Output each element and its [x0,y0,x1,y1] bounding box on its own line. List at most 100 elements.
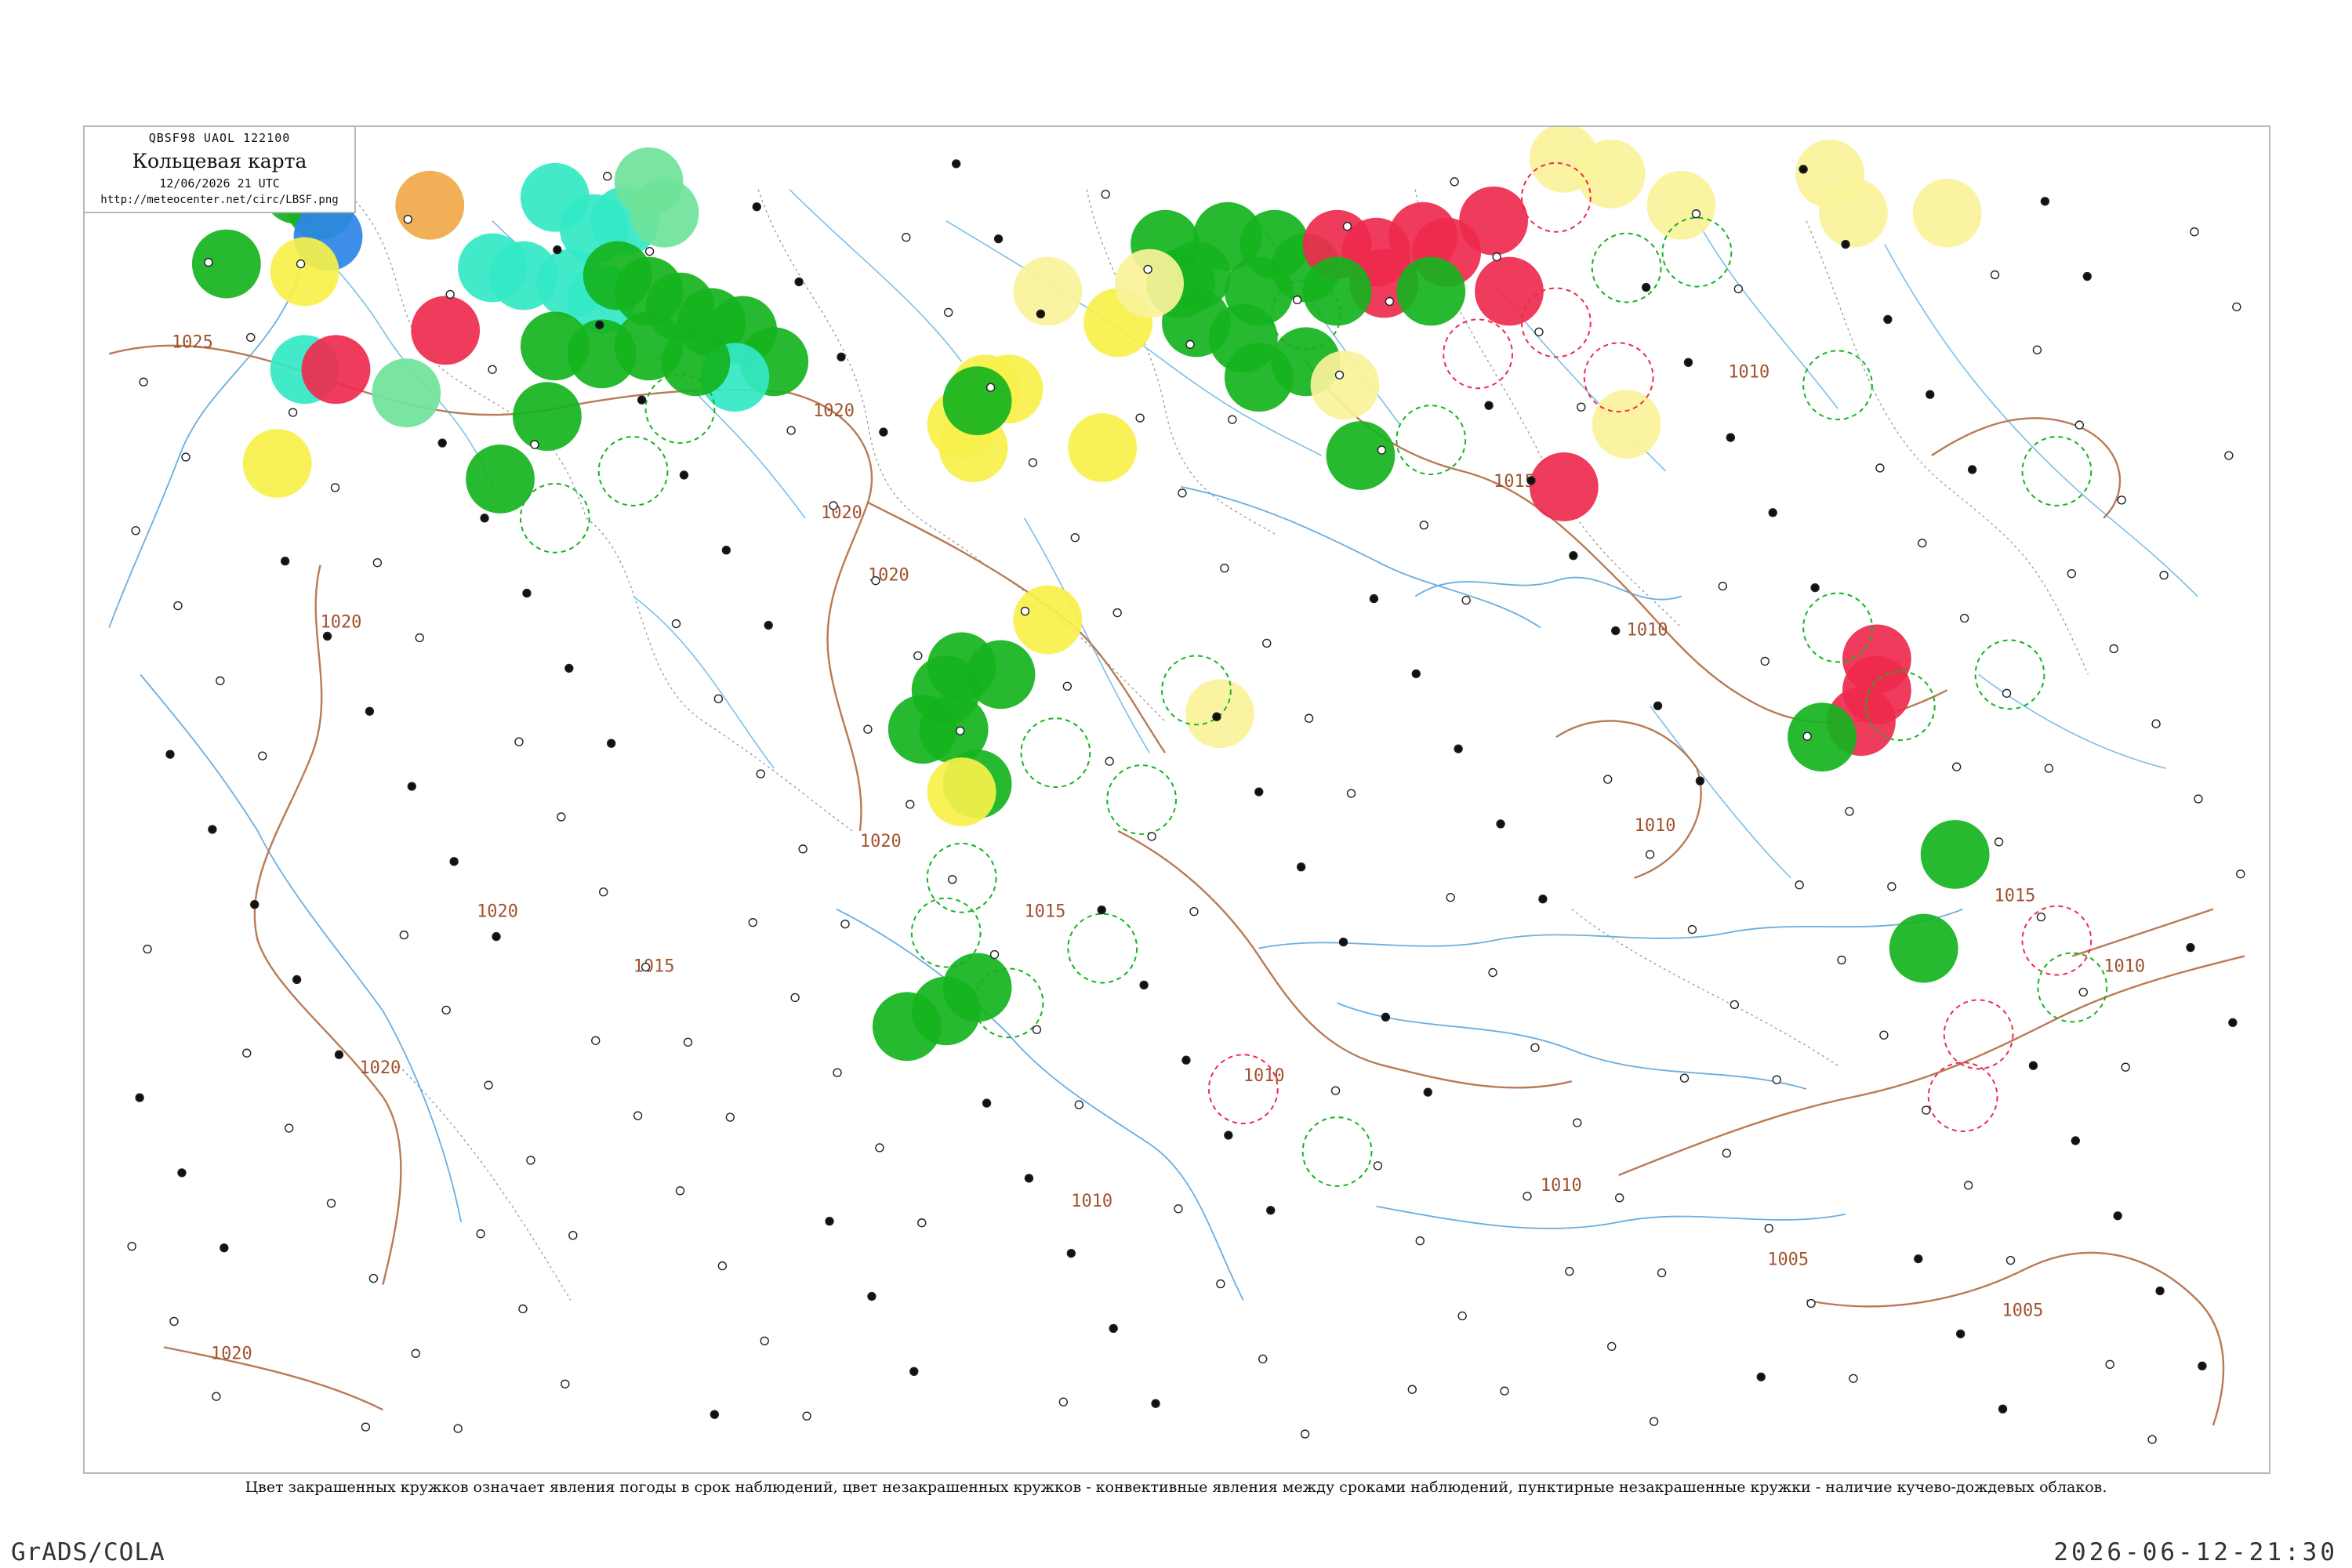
station-dot [641,962,651,972]
station-dot [1411,669,1421,679]
station-dot [1381,1012,1391,1022]
station-filled-circle [411,296,481,365]
station-dot [2005,1255,2016,1265]
station-dot [173,601,183,611]
isobar-label: 1010 [1243,1066,1285,1086]
station-dot [902,232,911,242]
station-dot [1484,401,1494,410]
station-dot [1695,776,1705,786]
station-dot [1109,1323,1118,1334]
station-dot [633,1111,643,1120]
station-dot [1798,165,1808,174]
station-dot [1990,270,2000,280]
station-dot [867,1291,877,1301]
station-dot [1074,1100,1083,1109]
station-dot [437,438,447,448]
station-dot [2190,227,2199,237]
station-dot [725,1112,735,1122]
station-filled-circle [1920,819,1990,889]
station-dot [1764,1224,1773,1233]
station-dot [296,259,306,269]
station-filled-circle [1326,421,1396,490]
station-dot [2194,794,2203,804]
station-dot [1810,583,1820,593]
station-dot [1577,402,1586,412]
station-dot [1611,626,1621,636]
station-dot [637,395,647,405]
station-dot [415,633,424,643]
station-dot [449,857,459,866]
station-dot [1691,209,1701,219]
station-dot [177,1168,187,1178]
station-dot [165,750,175,759]
station-filled-circle [1459,186,1528,256]
station-dot [1062,681,1073,691]
station-dot [1496,819,1505,829]
station-dot [683,1037,693,1047]
station-dot [1300,1429,1310,1439]
map-timestamp: 12/06/2026 21 UTC [159,176,280,191]
map-title: Кольцевая карта [132,150,307,172]
isobar-label: 1010 [1071,1192,1112,1211]
station-dot [917,1218,927,1228]
station-dot [756,769,765,779]
station-dot [2028,1061,2038,1070]
station-dot [1185,339,1195,350]
station-dot [1760,656,1769,666]
station-dot [1369,593,1379,604]
station-dot [947,875,957,884]
station-dot [1768,508,1777,517]
isobar-label: 1005 [2002,1301,2044,1320]
station-dot [2040,197,2050,206]
station-dot [1565,1266,1574,1276]
station-ring [597,436,669,506]
station-dot [2113,1211,2122,1221]
station-dot [1488,967,1497,978]
station-dot [913,651,923,661]
station-filled-circle [395,170,465,240]
station-dot [833,1068,842,1077]
station-filled-circle [242,429,312,498]
isobar-label: 1010 [1728,362,1769,382]
station-dot [522,588,532,598]
station-dot [1151,1399,1160,1408]
station-dot [1879,1030,1889,1040]
station-dot [1802,731,1812,741]
station-dot [721,546,731,555]
station-markers [104,127,2245,1444]
station-filled-circle [1788,702,1857,772]
station-filled-circle [1592,390,1661,459]
station-dot [1730,1000,1740,1010]
station-dot [1101,190,1110,199]
station-dot [208,825,217,834]
station-dot [1922,1105,1931,1115]
station-dot [1645,850,1655,859]
station-dot [2228,1018,2238,1028]
station-dot [1254,787,1264,797]
station-dot [258,751,267,760]
station-dot [1450,177,1459,187]
station-dot [1679,1073,1690,1083]
station-dot [1423,1087,1432,1097]
station-dot [334,1050,344,1059]
station-dot [220,1243,229,1253]
station-dot [1875,463,1885,473]
station-dot [951,159,961,169]
station-dot [1733,284,1744,294]
station-dot [407,782,416,791]
station-dot [1342,222,1352,231]
bulletin-codes: QBSF98 UAOL 122100 [148,131,291,145]
station-dot [127,1241,136,1251]
station-dot [1641,282,1651,292]
station-dot [530,440,539,449]
station-dot [1998,1404,2008,1414]
station-dot [526,1156,535,1165]
station-dot [1963,1181,1973,1190]
station-dot [1603,775,1613,784]
station-dot [1058,1397,1069,1406]
station-dot [595,320,604,330]
station-dot [246,332,256,343]
station-dot [1538,895,1548,904]
station-dot [242,1048,252,1058]
station-dot [1139,980,1149,990]
